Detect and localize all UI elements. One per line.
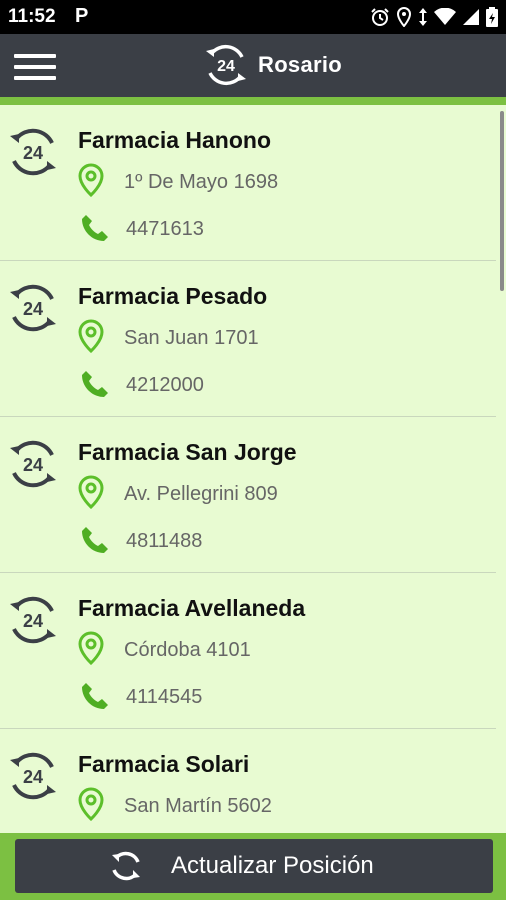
pharmacy-name: Farmacia Avellaneda — [78, 595, 306, 621]
phone-icon[interactable] — [80, 213, 108, 243]
pharmacy-list-item[interactable]: 24 Farmacia Pesado San Juan 1701 4212000 — [0, 261, 496, 417]
pharmacy-address[interactable]: San Martín 5602 — [124, 795, 272, 818]
location-pin-icon[interactable] — [78, 319, 104, 353]
24h-icon: 24 — [10, 128, 56, 176]
parking-notification-icon: P — [75, 5, 89, 27]
logo-text: 24 — [217, 58, 235, 75]
24h-icon: 24 — [10, 596, 56, 644]
data-transfer-icon — [419, 8, 427, 26]
pharmacy-list-item[interactable]: 24 Farmacia Solari San Martín 5602 — [0, 729, 496, 833]
alarm-icon — [371, 8, 389, 26]
status-bar: 11:52 P — [0, 0, 506, 34]
pharmacy-address[interactable]: San Juan 1701 — [124, 327, 259, 350]
pharmacy-address[interactable]: Av. Pellegrini 809 — [124, 483, 278, 506]
status-icons — [370, 7, 498, 27]
refresh-icon — [112, 851, 140, 881]
24h-logo-icon: 24 — [206, 44, 246, 86]
24h-icon: 24 — [10, 440, 56, 488]
location-pin-icon[interactable] — [78, 631, 104, 665]
location-pin-icon[interactable] — [78, 475, 104, 509]
cell-signal-icon — [463, 9, 479, 25]
update-position-label: Actualizar Posición — [171, 852, 374, 879]
wifi-icon — [434, 8, 456, 25]
pharmacy-phone[interactable]: 4471613 — [126, 218, 204, 241]
status-time: 11:52 — [8, 6, 56, 27]
svg-text:24: 24 — [23, 143, 43, 163]
battery-icon — [486, 7, 498, 27]
location-pin-icon[interactable] — [78, 163, 104, 197]
pharmacy-address[interactable]: Córdoba 4101 — [124, 639, 251, 662]
city-title: Rosario — [258, 52, 343, 77]
phone-icon[interactable] — [80, 681, 108, 711]
pharmacy-phone[interactable]: 4114545 — [126, 686, 202, 709]
svg-text:24: 24 — [23, 767, 43, 787]
pharmacy-address[interactable]: 1º De Mayo 1698 — [124, 171, 278, 194]
svg-text:24: 24 — [23, 299, 43, 319]
list-scrollbar[interactable] — [500, 111, 504, 291]
pharmacy-name: Farmacia Solari — [78, 751, 250, 777]
svg-text:24: 24 — [23, 455, 43, 475]
pharmacy-name: Farmacia Hanono — [78, 127, 271, 153]
accent-bar — [0, 97, 506, 105]
24h-icon: 24 — [10, 284, 56, 332]
location-pin-icon[interactable] — [78, 787, 104, 821]
pharmacy-name: Farmacia Pesado — [78, 283, 268, 309]
pharmacy-list-item[interactable]: 24 Farmacia Avellaneda Córdoba 4101 4114… — [0, 573, 496, 729]
app-bar: 24 Rosario — [0, 34, 506, 97]
footer-bar: Actualizar Posición — [0, 833, 506, 900]
location-status-icon — [396, 7, 412, 27]
hamburger-menu-button[interactable] — [14, 51, 58, 83]
phone-icon[interactable] — [80, 369, 108, 399]
24h-icon: 24 — [10, 752, 56, 800]
pharmacy-name: Farmacia San Jorge — [78, 439, 297, 465]
pharmacy-list-item[interactable]: 24 Farmacia San Jorge Av. Pellegrini 809… — [0, 417, 496, 573]
pharmacy-phone[interactable]: 4811488 — [126, 530, 202, 553]
update-position-button[interactable]: Actualizar Posición — [15, 839, 493, 893]
pharmacy-phone[interactable]: 4212000 — [126, 374, 204, 397]
pharmacy-list[interactable]: 24 Farmacia Hanono 1º De Mayo 1698 44716… — [0, 105, 506, 833]
pharmacy-list-item[interactable]: 24 Farmacia Hanono 1º De Mayo 1698 44716… — [0, 105, 496, 261]
phone-icon[interactable] — [80, 525, 108, 555]
svg-text:24: 24 — [23, 611, 43, 631]
